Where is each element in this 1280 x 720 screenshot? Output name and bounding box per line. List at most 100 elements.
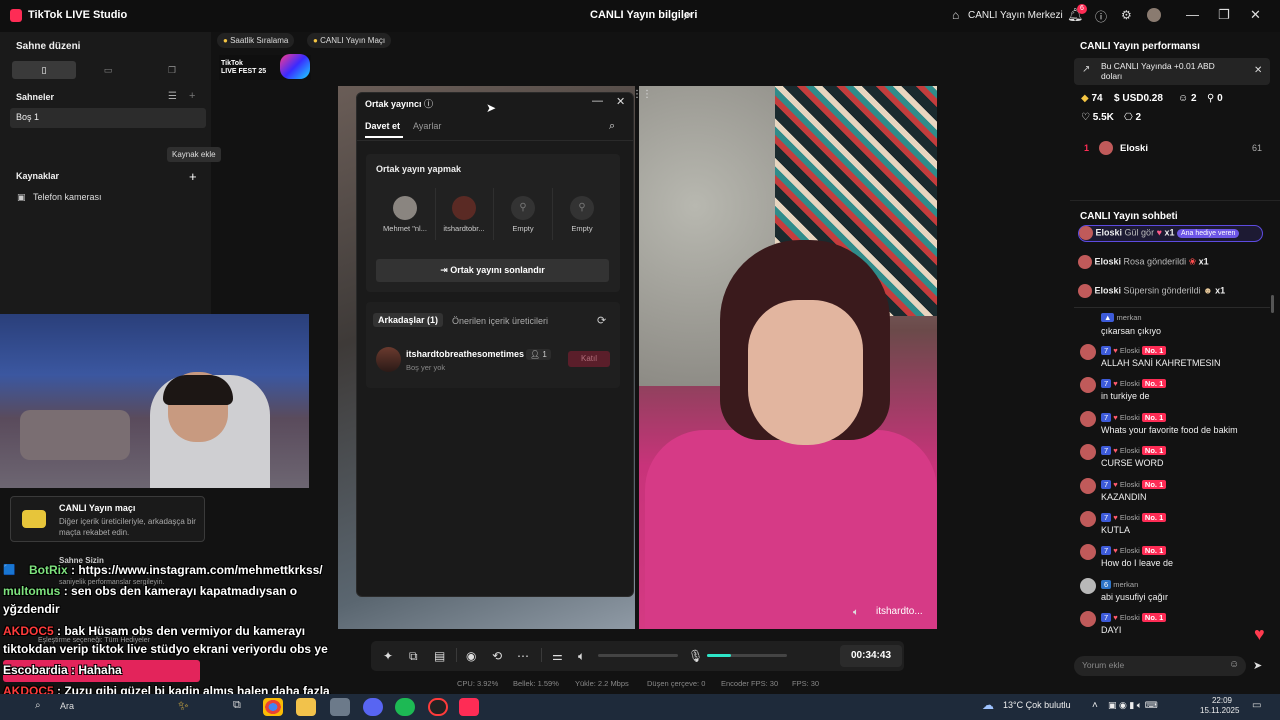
- share-icon[interactable]: ↗: [682, 9, 692, 23]
- notification-icon[interactable]: ▭: [1252, 700, 1261, 711]
- chat-badges: ▲ merkan: [1101, 313, 1142, 322]
- minimize-dialog-icon[interactable]: —: [592, 95, 603, 107]
- rose-icon: ❀: [1188, 256, 1197, 267]
- effects-icon[interactable]: ⧉: [409, 649, 418, 664]
- layout-icon[interactable]: ▤: [434, 649, 445, 663]
- live-fest-logo: [280, 54, 310, 79]
- divider: [541, 648, 542, 662]
- tab-invite[interactable]: Davet et: [365, 121, 400, 131]
- tiktok-live-studio-icon[interactable]: [459, 698, 479, 716]
- volume-icon[interactable]: 🔈︎: [578, 649, 585, 664]
- folder-icon[interactable]: [296, 698, 316, 716]
- magic-wand-icon[interactable]: ✦: [383, 649, 393, 663]
- chat-message: Whats your favorite food de bakim: [1101, 425, 1238, 435]
- gear-icon[interactable]: ⚙: [1121, 8, 1132, 22]
- layout-portrait-button[interactable]: ▯: [12, 61, 76, 79]
- search-icon[interactable]: ⌕: [609, 120, 615, 133]
- microphone-icon[interactable]: 🎙︎: [688, 649, 703, 663]
- speaker-icon[interactable]: 🔈︎: [853, 607, 859, 618]
- cloud-icon: ☁: [982, 698, 994, 712]
- avatar: [1099, 141, 1113, 155]
- add-scene-icon[interactable]: +: [189, 90, 195, 102]
- maximize-icon[interactable]: ❐: [1218, 7, 1230, 23]
- overlay-chat-line: tiktokdan verip tiktok live stüdyo ekran…: [3, 642, 328, 656]
- spotify-icon[interactable]: [395, 698, 415, 716]
- live-match-chip[interactable]: ● CANLI Yayın Maçı: [307, 33, 392, 48]
- settings-sliders-icon[interactable]: ⚌: [552, 649, 563, 663]
- cohost-title: Ortak yayın yapmak: [376, 164, 462, 174]
- record-icon[interactable]: ◉: [466, 649, 476, 663]
- refresh-icon[interactable]: ⟳: [597, 314, 606, 327]
- app-icon[interactable]: [330, 698, 350, 716]
- close-dialog-icon[interactable]: ✕: [616, 95, 625, 108]
- layout-both-button[interactable]: ❐: [140, 61, 204, 79]
- tray-icons[interactable]: ▣ ◉ ▮ 🔈︎ ⌨: [1108, 700, 1158, 711]
- scrollbar[interactable]: [1271, 295, 1274, 313]
- tab-friends[interactable]: Arkadaşlar (1): [373, 313, 444, 327]
- list-icon[interactable]: ☰: [168, 91, 177, 102]
- divider: [1070, 200, 1280, 201]
- live-timer: 00:34:43: [840, 645, 902, 667]
- home-icon[interactable]: ⌂: [952, 8, 959, 22]
- layout-landscape-button[interactable]: ▭: [76, 61, 140, 79]
- overlay-chat-line: Escobardia : Hahaha: [3, 663, 122, 677]
- scene-item[interactable]: Boş 1: [10, 108, 206, 128]
- join-button[interactable]: Katıl: [568, 351, 610, 367]
- send-icon[interactable]: ➤: [1253, 659, 1262, 672]
- task-view-icon[interactable]: ⧉: [233, 699, 241, 712]
- tab-suggested[interactable]: Önerilen içerik üreticileri: [452, 316, 548, 326]
- chat-message: How do I leave de: [1101, 558, 1174, 568]
- cohost-slot[interactable]: itshardtobr...: [435, 192, 493, 242]
- more-icon[interactable]: ⋯: [517, 649, 529, 663]
- end-cohost-button[interactable]: ⇥ Ortak yayını sonlandır: [376, 259, 609, 282]
- followers-stat: ⚲ 0: [1207, 93, 1223, 104]
- cohost-slot-empty[interactable]: ⚲ Empty: [553, 192, 611, 242]
- chat-message: ALLAH SANİ KAHRETMESIN: [1101, 358, 1221, 368]
- tray-chevron-icon[interactable]: ˄: [1092, 700, 1098, 711]
- search-icon[interactable]: ⌕: [35, 700, 41, 711]
- source-item[interactable]: Telefon kamerası: [33, 192, 102, 202]
- clock[interactable]: 22:09 15.11.2025: [1200, 696, 1239, 716]
- chat-message: KUTLA: [1101, 525, 1131, 535]
- chat-badges: 7 ♥ Eloski No. 1: [1101, 613, 1167, 622]
- avatar: [1080, 611, 1096, 627]
- avatar: [1079, 226, 1093, 240]
- chat-badges: 7 ♥ Eloski No. 1: [1101, 413, 1167, 422]
- fps-stat: FPS: 30: [792, 679, 820, 688]
- tab-settings[interactable]: Ayarlar: [413, 121, 441, 131]
- rank-name[interactable]: Eloski: [1120, 143, 1148, 154]
- bot-icon: 🟦: [3, 565, 16, 576]
- weather-text[interactable]: 13°C Çok bulutlu: [1003, 700, 1071, 710]
- hourly-ranking-chip[interactable]: ● Saatlik Sıralama: [217, 33, 295, 48]
- avatar: [452, 196, 476, 220]
- volume-slider[interactable]: [598, 654, 678, 657]
- taskbar-search-text[interactable]: Ara: [60, 701, 74, 711]
- gift-row[interactable]: Eloski Rosa gönderildi ❀ x1: [1078, 255, 1209, 272]
- avatar: [1080, 377, 1096, 393]
- chrome-icon[interactable]: [263, 698, 283, 716]
- avatar: [1080, 511, 1096, 527]
- minimize-icon[interactable]: —: [1186, 7, 1199, 22]
- likes-stat: ♡ 5.5K: [1081, 112, 1114, 123]
- drag-handle-icon[interactable]: ⋮⋮: [632, 89, 652, 100]
- overlay-chat-line: BotRix : https://www.instagram.com/mehme…: [29, 563, 323, 577]
- close-icon[interactable]: ✕: [1250, 7, 1261, 23]
- gift-row[interactable]: Eloski Süpersin gönderildi ☻ x1: [1078, 284, 1225, 301]
- close-icon[interactable]: ✕: [1254, 65, 1262, 76]
- add-source-icon[interactable]: +: [189, 169, 197, 184]
- chat-message: CURSE WORD: [1101, 458, 1164, 468]
- cohost-slot[interactable]: Mehmet "nl...: [376, 192, 434, 242]
- avatar[interactable]: [1147, 8, 1161, 22]
- chat-message: in turkiye de: [1101, 391, 1150, 401]
- live-center-link[interactable]: CANLI Yayın Merkezi: [968, 10, 1063, 21]
- emoji-icon[interactable]: ☺: [1229, 659, 1239, 670]
- help-icon[interactable]: ⓘ: [1095, 8, 1107, 25]
- obs-icon[interactable]: [428, 698, 448, 716]
- chat-badges: 7 ♥ Eloski No. 1: [1101, 513, 1167, 522]
- discord-icon[interactable]: [363, 698, 383, 716]
- diamond-icon: ◆: [1081, 93, 1089, 104]
- gift-row[interactable]: Eloski Gül gör ♥ x1 Ana hediye veren: [1078, 225, 1263, 242]
- comment-input[interactable]: Yorum ekle: [1074, 656, 1246, 676]
- camera-switch-icon[interactable]: ⟲: [492, 649, 502, 663]
- cohost-slot-empty[interactable]: ⚲ Empty: [494, 192, 552, 242]
